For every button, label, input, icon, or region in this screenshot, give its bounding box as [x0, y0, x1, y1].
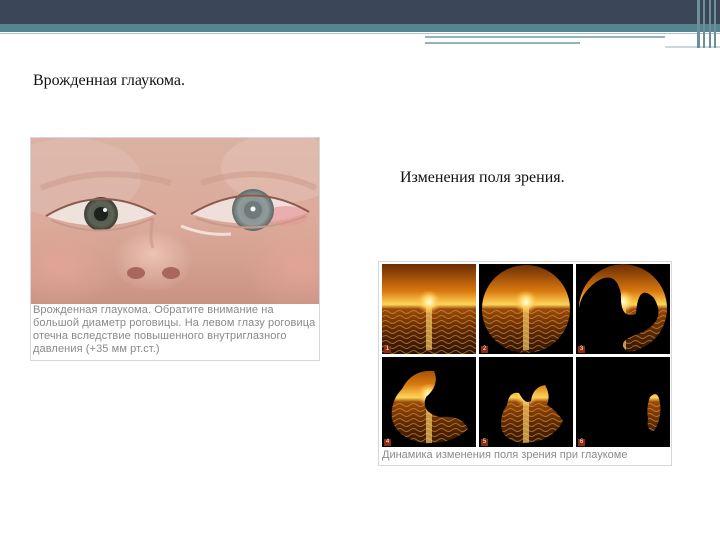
figure-caption: Динамика изменения поля зрения при глаук… — [382, 449, 628, 461]
panel-number: 6 — [578, 439, 585, 446]
visual-field-panel: 2 — [479, 264, 573, 354]
header-rule — [425, 36, 665, 38]
visual-field-panel: 4 — [382, 357, 476, 447]
visual-field-panel: 6 — [576, 357, 670, 447]
visual-field-panel: 1 — [382, 264, 476, 354]
photo-caption: Врожденная глаукома. Обратите внимание н… — [33, 304, 316, 355]
baby-face-photo — [31, 138, 319, 304]
header-accent-bar — [0, 24, 720, 32]
glaucoma-photo-card: Врожденная глаукома. Обратите внимание н… — [30, 137, 320, 361]
corner-stripe — [714, 0, 716, 48]
header-rule — [425, 42, 580, 44]
panel-number: 4 — [384, 439, 391, 446]
panel-number: 5 — [481, 439, 488, 446]
visual-field-figure: 1 2 3 4 5 6 Динамика изменения поля зрен… — [378, 261, 672, 466]
figure-title: Изменения поля зрения. — [400, 169, 565, 186]
header-rule — [0, 33, 720, 34]
corner-stripe — [709, 0, 711, 48]
corner-stripe — [703, 0, 705, 48]
panel-number: 3 — [578, 346, 585, 353]
corner-stripe — [697, 0, 700, 48]
header-rule — [665, 46, 720, 48]
slide-title: Врожденная глаукома. — [33, 72, 185, 89]
panel-number: 2 — [481, 346, 488, 353]
visual-field-panel: 5 — [479, 357, 573, 447]
visual-field-panel: 3 — [576, 264, 670, 354]
header-bar — [0, 0, 720, 24]
panel-number: 1 — [384, 346, 391, 353]
